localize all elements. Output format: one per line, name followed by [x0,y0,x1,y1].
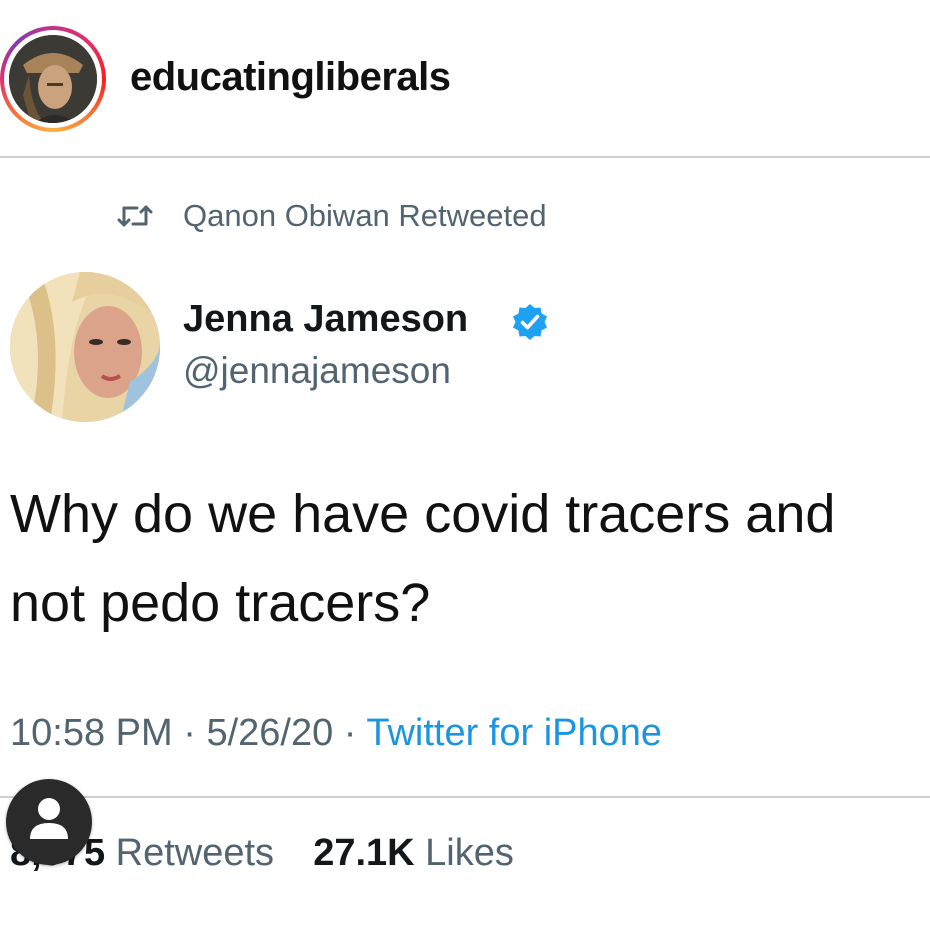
like-label: Likes [425,832,514,874]
retweet-icon [117,205,153,227]
tweet-time[interactable]: 10:58 PM [10,712,173,754]
user-profile-button[interactable] [6,779,92,865]
tweet-text: Why do we have covid tracers and not ped… [10,470,930,648]
like-count: 27.1K [313,832,415,874]
tweet-date[interactable]: 5/26/20 [206,712,333,754]
retweet-label: Retweets [115,832,275,874]
tweet-source-link[interactable]: Twitter for iPhone [366,712,662,754]
meta-separator: · [343,712,367,754]
tweet-author-name[interactable]: Jenna Jameson [183,298,468,341]
user-profile-icon [30,798,68,839]
likes-stat[interactable]: 27.1K Likes [313,832,514,874]
author-avatar-image [10,272,160,422]
instagram-username[interactable]: educatingliberals [130,55,451,100]
instagram-story-ring[interactable] [0,26,106,132]
tweet-author-avatar[interactable] [10,272,160,422]
meta-separator: · [183,712,207,754]
tweet-text-line-1: Why do we have covid tracers and [10,484,836,544]
tweet-metadata: 10:58 PM · 5/26/20 · Twitter for iPhone [10,712,662,755]
tweet-text-line-2: not pedo tracers? [10,573,431,633]
instagram-post-header: educatingliberals [0,0,930,157]
instagram-avatar [9,35,97,123]
verified-badge-icon [513,304,547,340]
retweeted-by-row: Qanon Obiwan Retweeted [117,196,547,236]
instagram-avatar-image [9,35,97,123]
stats-divider [0,796,930,798]
tweet-author-handle[interactable]: @jennajameson [183,350,451,392]
header-divider [0,156,930,158]
retweeted-by-label[interactable]: Qanon Obiwan Retweeted [183,198,547,234]
